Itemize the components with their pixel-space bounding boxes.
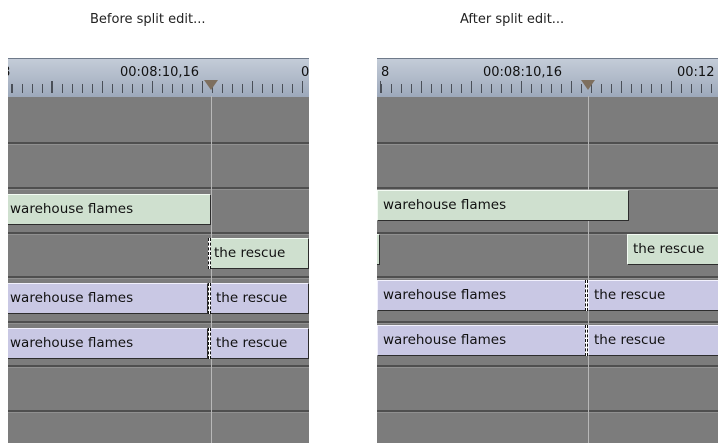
clip-video-the-rescue[interactable]: the rescue — [208, 238, 309, 269]
clip-video-the-rescue[interactable]: the rescue — [627, 234, 718, 265]
ruler-right-label: 00:12 — [677, 65, 715, 80]
before-caption: Before split edit... — [90, 12, 206, 27]
after-caption: After split edit... — [460, 12, 565, 27]
track-divider — [377, 321, 718, 324]
split-cut-marker — [585, 280, 588, 311]
clip-audio1-the-rescue[interactable]: the rescue — [210, 283, 309, 314]
ruler-left-label: 8 — [8, 65, 10, 80]
after-timeline: 8 00:08:10,16 00:12 warehouse flames the… — [377, 58, 718, 443]
ruler-major-ticks — [8, 81, 309, 93]
playhead-marker-icon[interactable] — [581, 80, 595, 90]
track-divider — [8, 410, 309, 413]
split-cut-marker — [585, 325, 588, 356]
playhead-marker-icon[interactable] — [204, 80, 218, 90]
clip-audio2-the-rescue[interactable]: the rescue — [588, 325, 718, 356]
playhead-line[interactable] — [211, 96, 212, 443]
clip-video-warehouse-flames[interactable]: warehouse flames — [377, 190, 629, 221]
clip-audio1-warehouse-flames[interactable]: warehouse flames — [377, 280, 586, 311]
clip-audio2-the-rescue[interactable]: the rescue — [210, 328, 309, 359]
track-divider — [377, 142, 718, 145]
clip-audio1-the-rescue[interactable]: the rescue — [588, 280, 718, 311]
track-divider — [8, 365, 309, 368]
track-divider — [8, 187, 309, 190]
track-divider — [8, 321, 309, 324]
track-divider — [8, 232, 309, 235]
ruler-timecode-label: 00:08:10,16 — [120, 65, 200, 80]
track-divider — [8, 276, 309, 279]
track-divider — [377, 365, 718, 368]
ruler-timecode-label: 00:08:10,16 — [483, 65, 563, 80]
split-cut-marker — [208, 283, 211, 314]
before-timeline: 8 00:08:10,16 0 warehouse flames the res… — [8, 58, 309, 443]
split-cut-marker — [208, 238, 211, 269]
timecode-ruler[interactable]: 8 00:08:10,16 0 — [8, 58, 309, 97]
track-divider — [8, 142, 309, 145]
timecode-ruler[interactable]: 8 00:08:10,16 00:12 — [377, 58, 718, 97]
clip-video-warehouse-flames[interactable]: warehouse flames — [8, 194, 211, 225]
track-divider — [377, 187, 718, 190]
ruler-left-label: 8 — [381, 65, 390, 80]
playhead-line[interactable] — [588, 96, 589, 443]
ruler-right-label: 0 — [301, 65, 309, 80]
track-divider — [377, 276, 718, 279]
clip-audio2-warehouse-flames[interactable]: warehouse flames — [8, 328, 208, 359]
clip-video-tail[interactable] — [377, 234, 380, 265]
split-cut-marker — [208, 328, 211, 359]
clip-audio1-warehouse-flames[interactable]: warehouse flames — [8, 283, 208, 314]
ruler-major-ticks — [377, 81, 718, 93]
track-divider — [377, 410, 718, 413]
clip-audio2-warehouse-flames[interactable]: warehouse flames — [377, 325, 586, 356]
